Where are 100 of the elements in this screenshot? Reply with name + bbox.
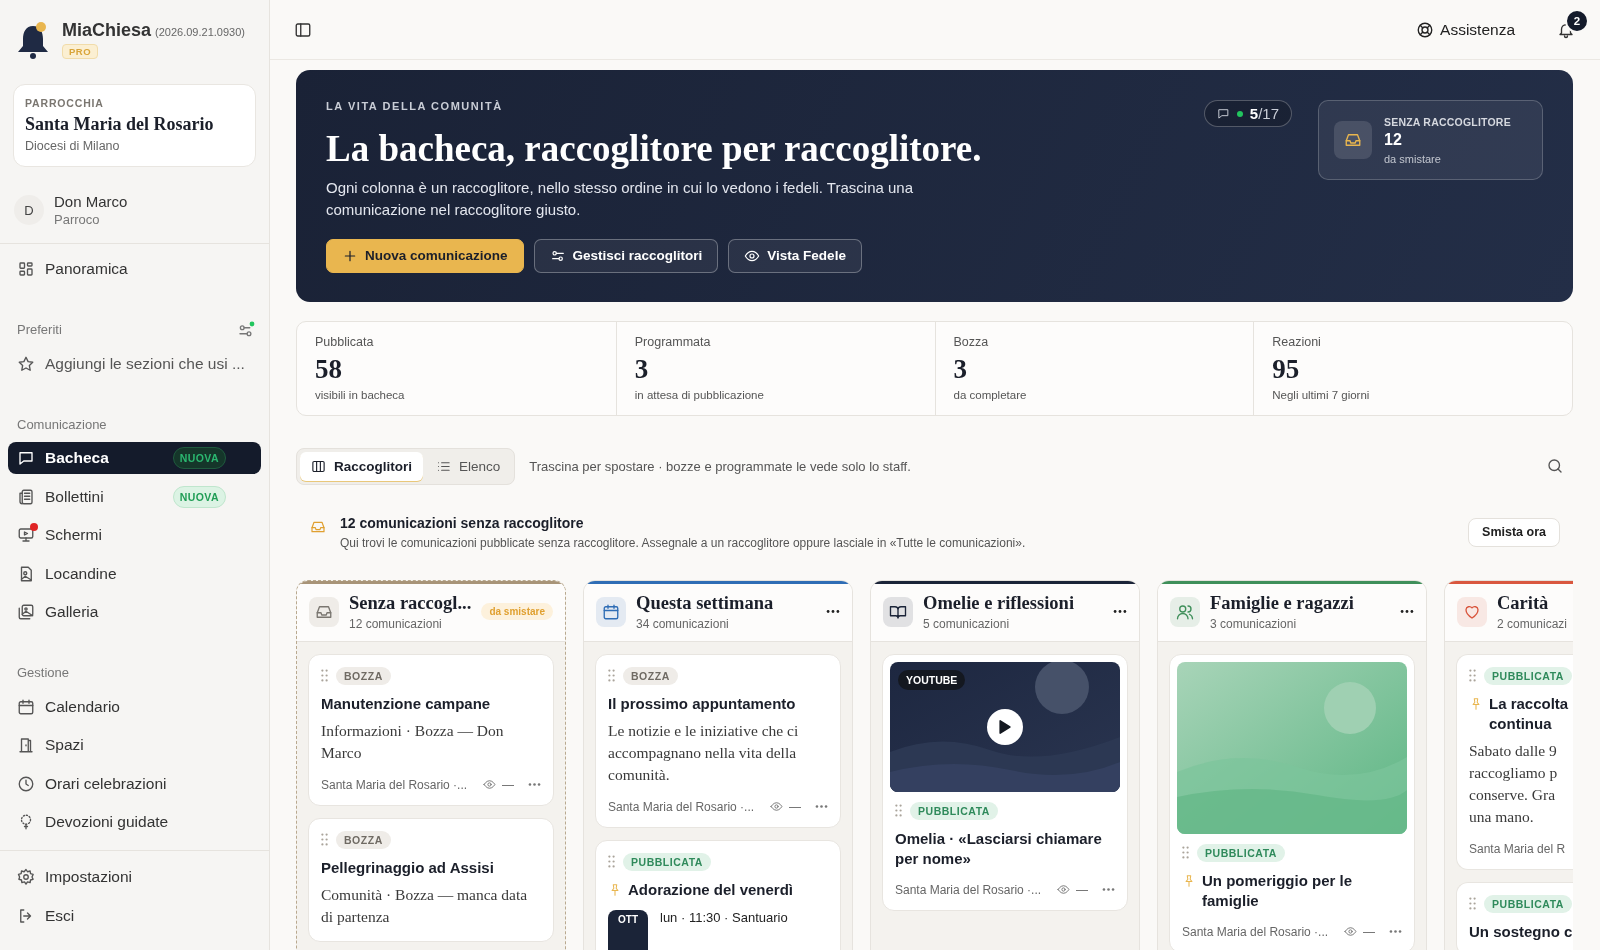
post-card[interactable]: PUBBLICATA Un sostegno c [1456,881,1573,950]
post-card[interactable]: PUBBLICATA Adorazione del venerdì OTT lun · 11:30 · Santuario [595,839,841,950]
favorites-hint[interactable]: Aggiungi le sezioni che usi ... [8,347,261,380]
stat-note: Negli ultimi 7 giorni [1272,388,1371,401]
post-card[interactable]: PUBBLICATA Un pomeriggio per le famiglie Santa Maria del Rosario ·... — [1169,653,1415,950]
status-badge: PUBBLICATA [1484,894,1572,913]
status-badge: PUBBLICATA [623,852,711,871]
drag-handle-icon [1469,897,1476,911]
post-title: Omelia · «Lasciarsi chiamare per nome» [895,828,1103,869]
status-dot [1236,110,1243,117]
post-meta: Santa Maria del Rosario ·... [895,882,1043,897]
status-badge: BOZZA [623,666,678,685]
view-tab[interactable]: Elenco [425,451,512,481]
nav-item[interactable]: Schermi [8,519,261,551]
nav-item[interactable]: Devozioni guidate [8,806,261,838]
user-avatar: D [14,195,44,225]
calendar-icon [17,697,35,716]
drag-handle-icon [321,833,328,847]
column-title: Omelie e riflessioni [923,592,1075,614]
nav-item[interactable]: Orari celebrazioni [8,767,261,800]
play-icon [998,719,1012,734]
help-link[interactable]: Assistenza [1416,20,1515,39]
summary-card[interactable]: SENZA RACCOGLITORE 12 da smistare [1318,100,1543,180]
post-title: Un pomeriggio per le famiglie [1202,870,1353,911]
stat-label: Bozza [953,334,990,349]
new-badge: NUOVA [172,447,226,469]
post-meta: Santa Maria del Rosario ·... [321,777,469,792]
drag-handle-icon [608,669,615,683]
notification-count: 2 [1565,8,1589,33]
nav-item[interactable]: Spazi [8,729,261,761]
star-icon [17,354,35,373]
section-title: Preferiti [17,322,62,337]
stat-label: Reazioni [1272,334,1322,349]
gallery-icon [17,603,35,621]
plan-badge: PRO [62,44,98,59]
drag-handle-icon [321,669,328,683]
parish-name: Santa Maria del Rosario [25,114,215,135]
summary-note: da smistare [1384,152,1442,165]
nav-item[interactable]: Bollettini NUOVA [8,480,261,513]
hint-text: Trascina per spostare · bozze e programmate le vede solo lo staff. [529,458,911,474]
column-count: 12 comunicazioni [349,616,443,631]
column-title: Carità [1497,592,1550,614]
status-badge: BOZZA [336,666,391,685]
sort-button[interactable]: Smista ora [1468,517,1560,547]
stat-label: Programmata [634,334,712,349]
columns-icon [311,458,326,474]
user-role: Parroco [54,212,101,227]
post-title: Pellegrinaggio ad Assisi [321,857,494,878]
nav-item[interactable]: Impostazioni [8,861,261,893]
post-card[interactable]: PUBBLICATA La raccolta continua Sabato dalle 9 raccogliamo p conserve. Gra una mano. Santa Maria del R [1456,653,1573,870]
action-button[interactable]: Gestisci raccoglitori [533,238,719,273]
post-card[interactable]: BOZZA Manutenzione campane Informazioni · Bozza — Don Marco Santa Maria del Rosario ·... — [308,653,554,806]
drag-handle-icon [1469,669,1476,683]
column-count: 2 comunicazi [1497,616,1568,631]
pin-icon [1469,696,1483,711]
nav-item[interactable]: Locandine [8,557,261,590]
view-count: — [502,777,514,792]
post-card[interactable]: YOUTUBE PUBBLICATA Omelia · «Lasciarsi chiamare per nome» Santa Maria del Rosario ·... — [882,653,1128,911]
parish-label: PARROCCHIA [25,97,105,109]
post-title: La raccolta continua [1489,693,1570,734]
calendar-icon [602,602,620,621]
sidebar-toggle-icon[interactable] [294,20,312,39]
stat-value: 58 [315,353,343,385]
eye-icon [1344,925,1357,939]
date-badge: OTT [608,909,648,950]
comment-icon [1216,107,1230,120]
action-button[interactable]: Vista Fedele [728,238,862,273]
app-version: (2026.09.21.0930) [155,26,245,38]
column-count: 3 comunicazioni [1210,616,1298,631]
stat-note: in attesa di pubblicazione [634,388,765,401]
post-meta: Santa Maria del R [1469,841,1567,856]
drag-handle-icon [895,804,902,818]
more-icon[interactable] [1400,609,1414,615]
stat-value: 95 [1272,353,1301,385]
post-meta: Santa Maria del Rosario ·... [608,799,756,814]
sliders-icon[interactable] [237,320,255,339]
eye-icon [483,778,496,792]
status-badge: BOZZA [336,830,391,849]
notice-text: Qui trovi le comunicazioni pubblicate senza raccoglitore. Assegnale a un raccoglitore oppure lasciale in «Tutte le comunicazioni». [340,535,1026,550]
eyebrow-text: LA VITA DELLA COMUNITÀ [326,100,504,112]
nav-item[interactable]: Bacheca NUOVA [8,442,261,474]
nav-item[interactable]: Calendario [8,690,261,723]
parish-card[interactable]: PARROCCHIA Santa Maria del Rosario Diocesi di Milano [13,84,256,167]
new-badge: NUOVA [172,485,226,508]
view-tab[interactable]: Raccoglitori [300,451,423,481]
summary-value: 12 [1384,130,1403,149]
lifebuoy-icon [1416,20,1435,39]
more-icon[interactable] [826,609,840,615]
post-card[interactable]: BOZZA Pellegrinaggio ad Assisi Comunità · Bozza — manca data di partenza [308,817,554,942]
eye-icon [770,800,783,814]
column-title: Questa settimana [636,592,774,614]
nav-item[interactable]: Galleria [8,596,261,628]
post-excerpt: Informazioni · Bozza — Don Marco [321,720,505,763]
status-badge: PUBBLICATA [910,801,998,820]
more-icon[interactable] [1113,609,1127,615]
post-card[interactable]: BOZZA Il prossimo appuntamento Le notizie e le iniziative che ci accompagnano nella vita della comunità. Santa Maria del Rosario ·... — [595,653,841,828]
nav-item[interactable]: Esci [8,899,261,932]
post-title: Un sostegno c [1469,921,1573,942]
nav-item[interactable]: Panoramica [8,253,261,285]
create-button[interactable]: Nuova comunicazione [326,238,524,273]
